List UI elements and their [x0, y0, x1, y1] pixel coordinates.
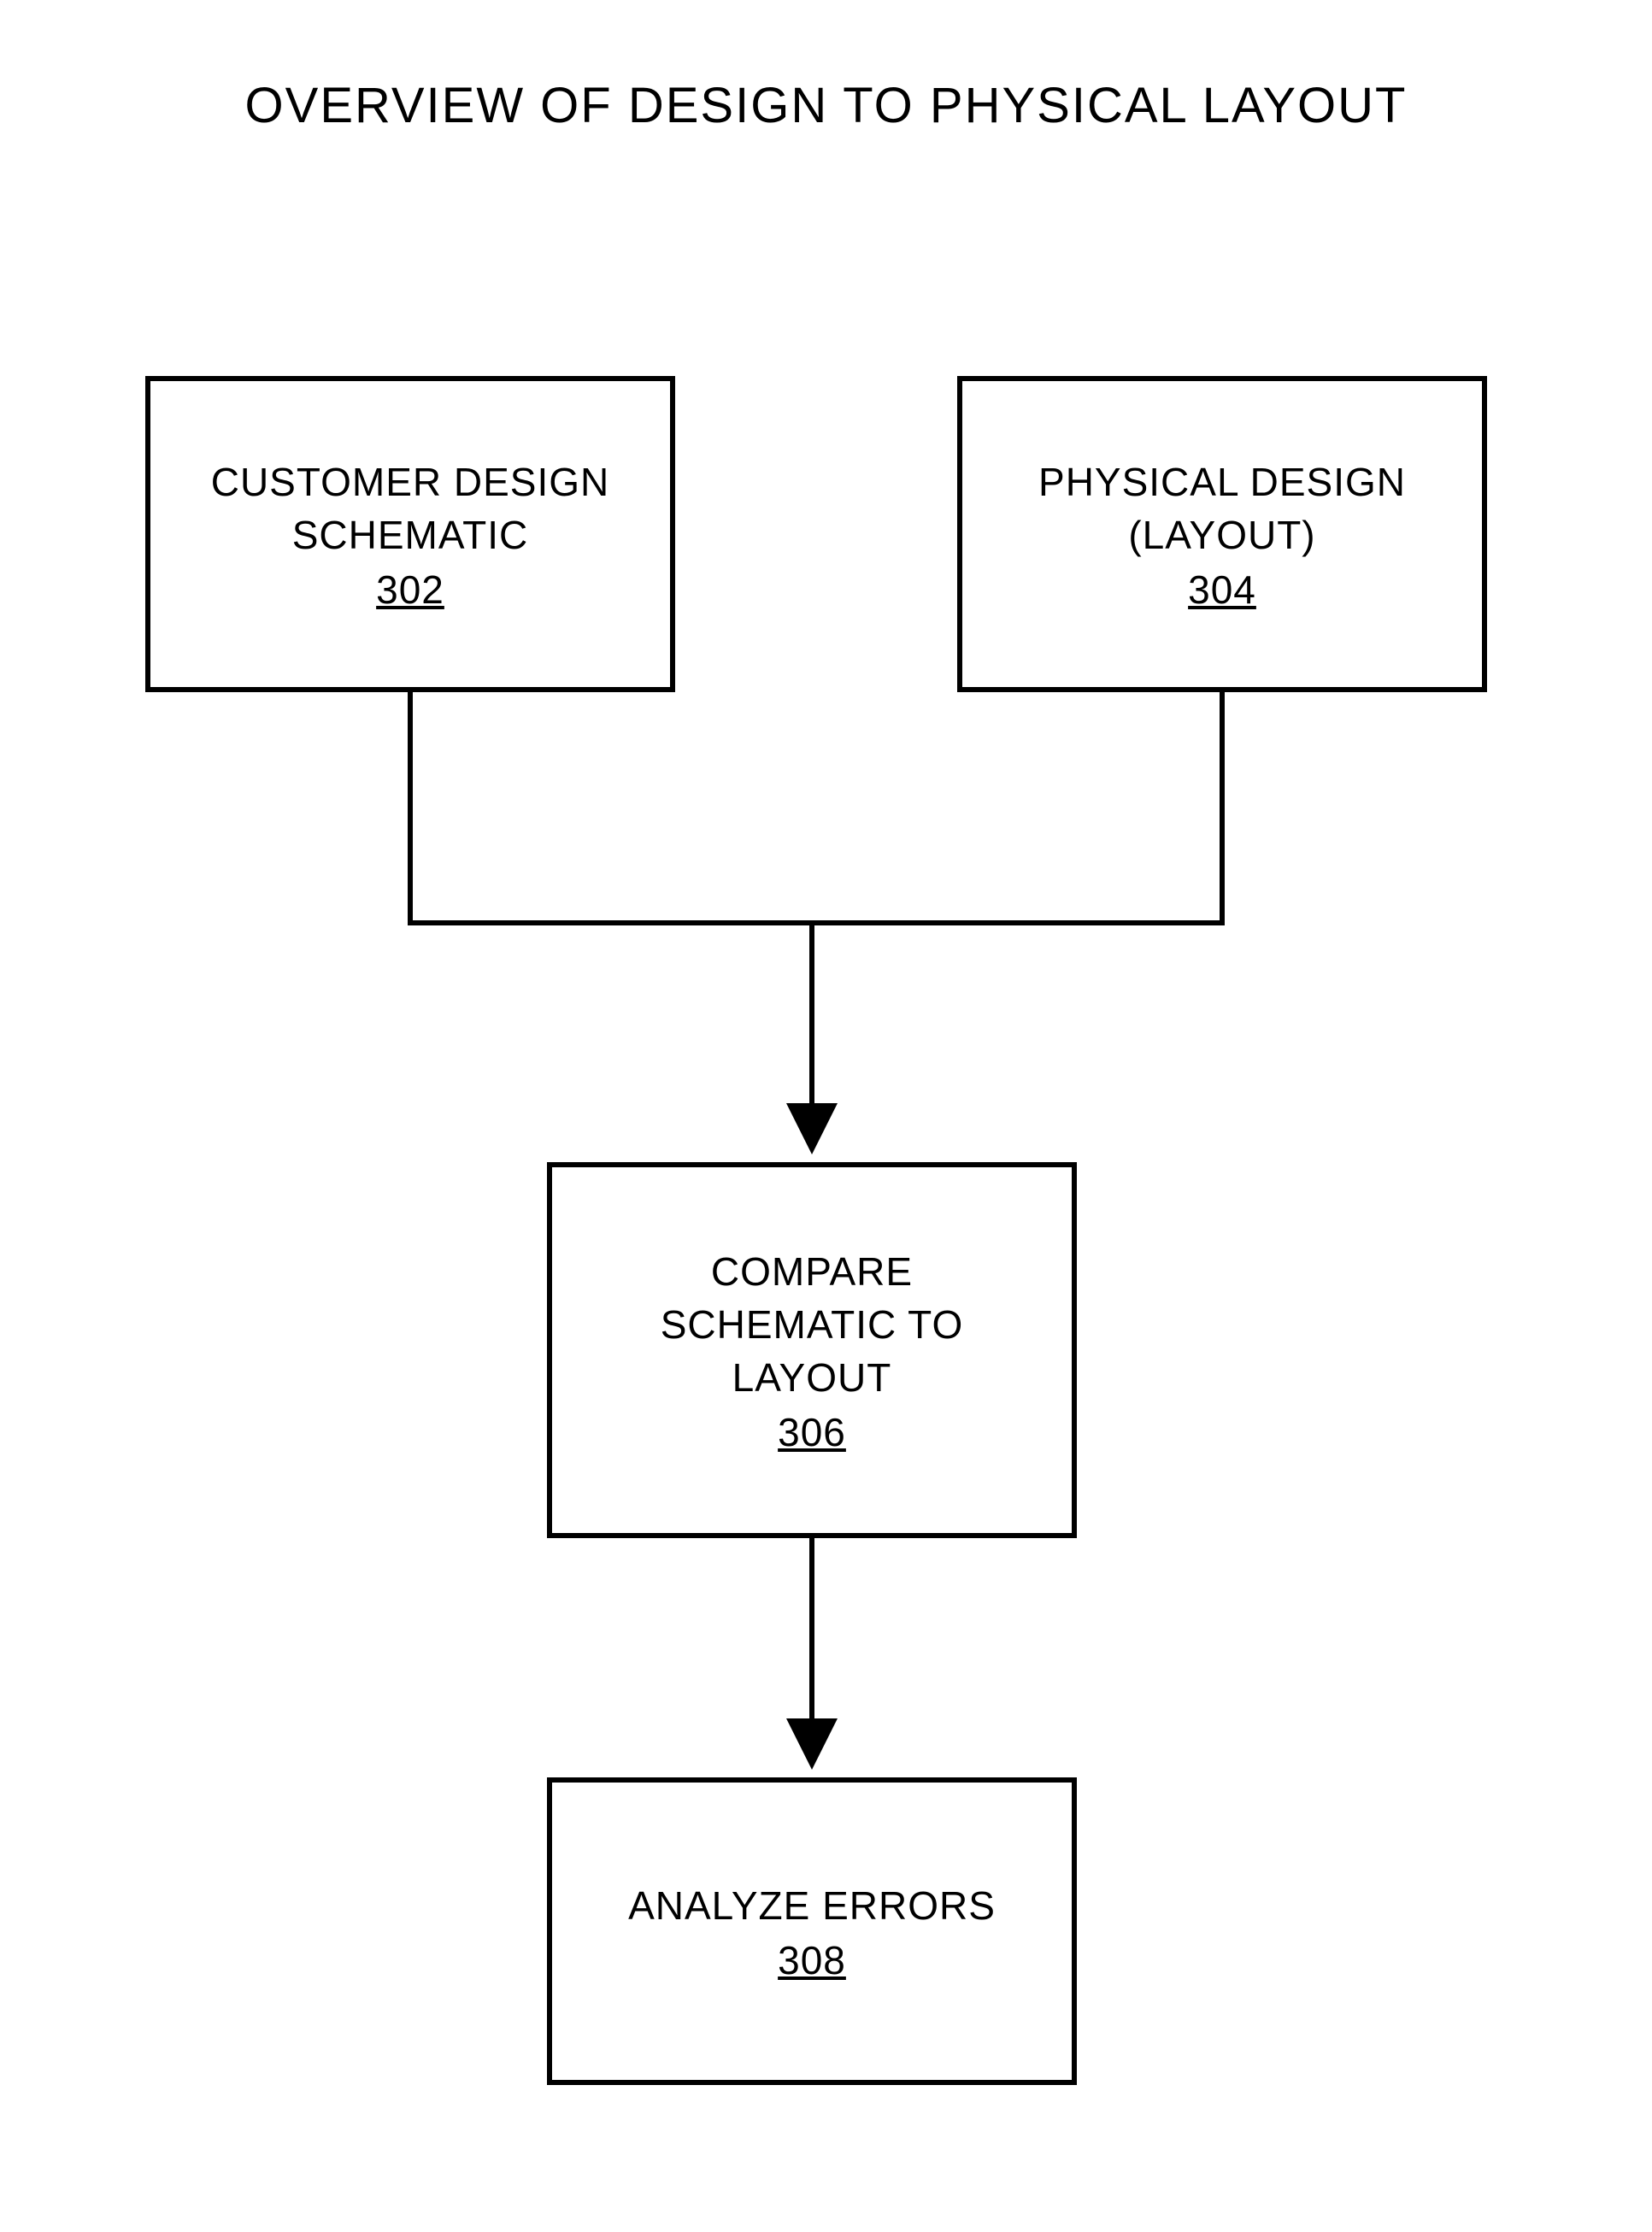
box-label: COMPARE SCHEMATIC TO LAYOUT [661, 1245, 963, 1404]
box-label-line: PHYSICAL DESIGN [1038, 460, 1406, 504]
box-label-line: ANALYZE ERRORS [628, 1883, 996, 1928]
box-customer-design-schematic: CUSTOMER DESIGN SCHEMATIC 302 [145, 376, 675, 692]
box-compare-schematic-to-layout: COMPARE SCHEMATIC TO LAYOUT 306 [547, 1162, 1077, 1538]
box-label: ANALYZE ERRORS [628, 1879, 996, 1932]
box-label-line: COMPARE [711, 1249, 913, 1294]
box-ref-number: 308 [778, 1937, 846, 1983]
box-ref-number: 302 [376, 567, 444, 613]
box-label-line: CUSTOMER DESIGN [211, 460, 610, 504]
diagram-title: OVERVIEW OF DESIGN TO PHYSICAL LAYOUT [0, 77, 1652, 134]
box-ref-number: 306 [778, 1409, 846, 1455]
box-label-line: LAYOUT [732, 1355, 892, 1400]
box-label: PHYSICAL DESIGN (LAYOUT) [1038, 455, 1406, 561]
box-label-line: (LAYOUT) [1128, 513, 1315, 557]
box-physical-design-layout: PHYSICAL DESIGN (LAYOUT) 304 [957, 376, 1487, 692]
box-analyze-errors: ANALYZE ERRORS 308 [547, 1777, 1077, 2085]
box-label: CUSTOMER DESIGN SCHEMATIC [211, 455, 610, 561]
box-label-line: SCHEMATIC [292, 513, 529, 557]
box-ref-number: 304 [1188, 567, 1256, 613]
box-label-line: SCHEMATIC TO [661, 1302, 963, 1347]
